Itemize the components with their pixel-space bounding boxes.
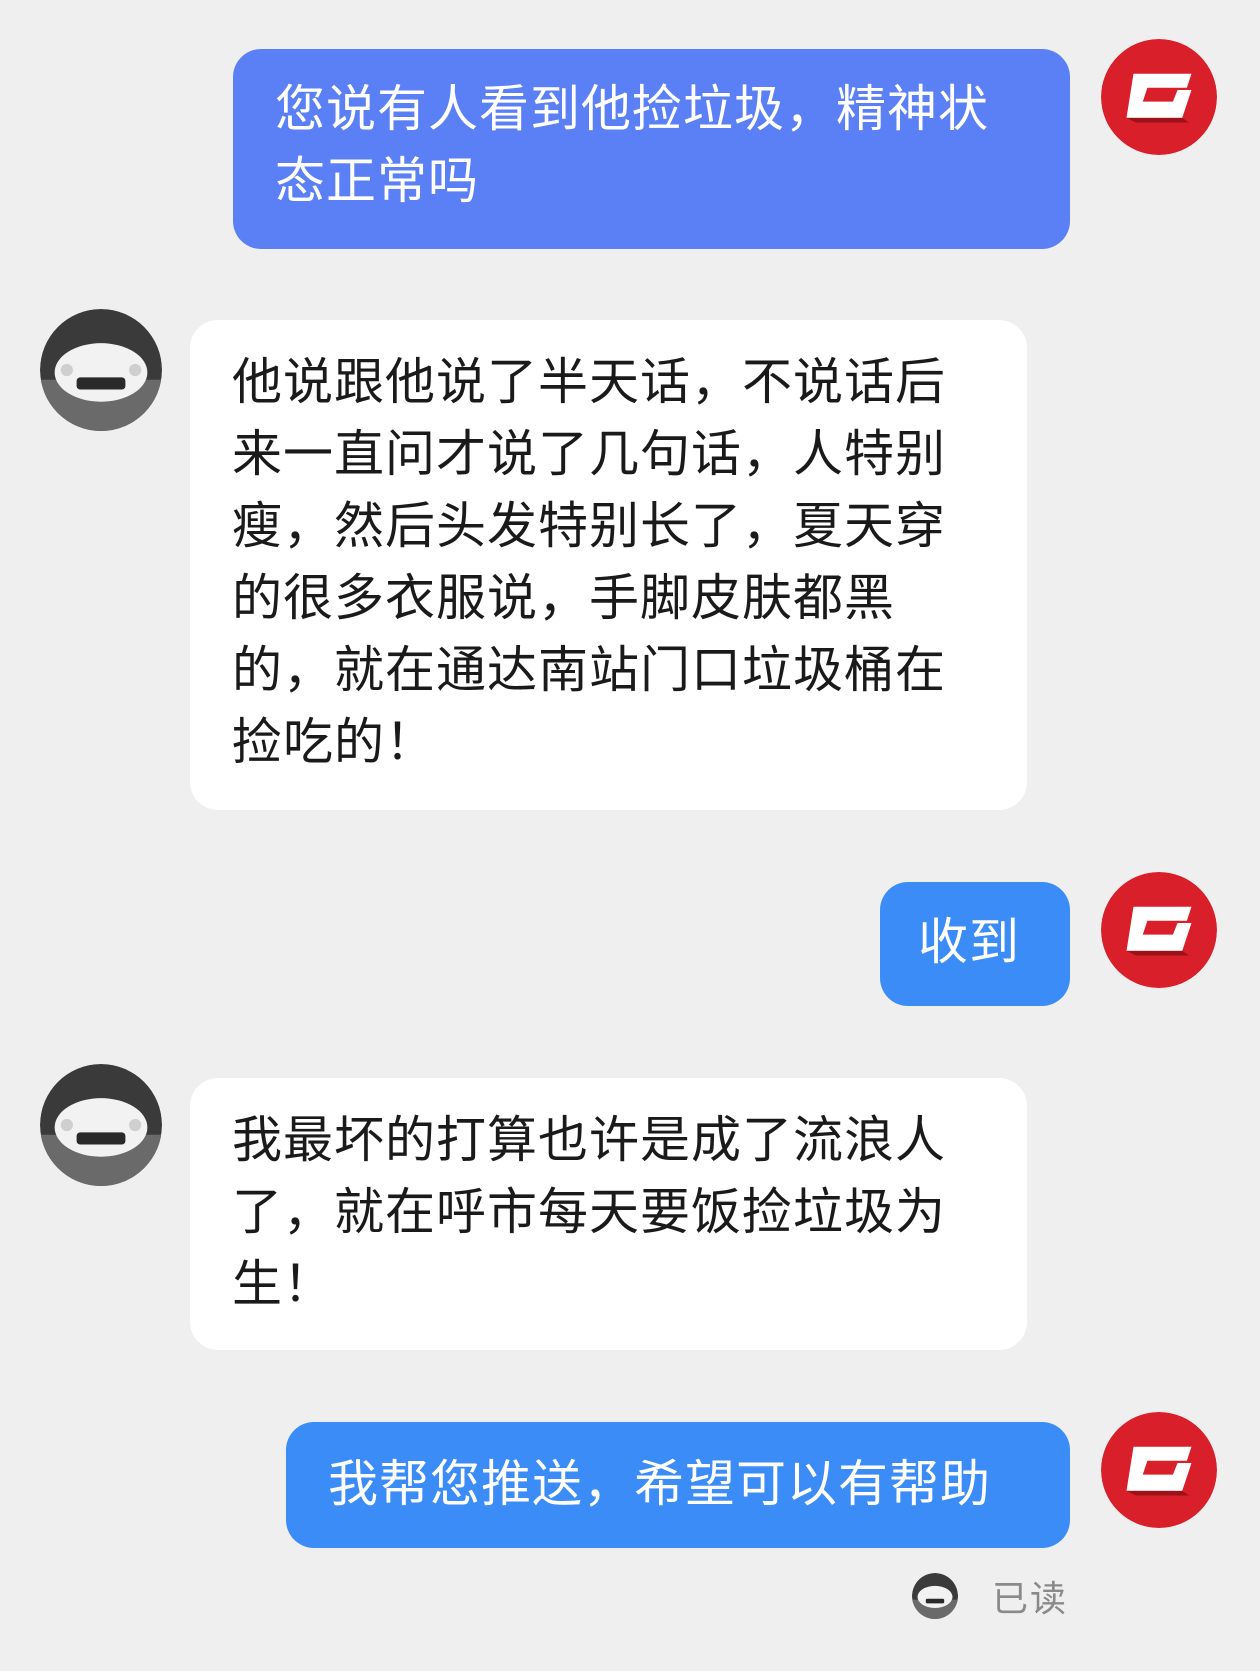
outgoing-message-bubble[interactable]: 收到 <box>880 882 1070 1006</box>
self-avatar[interactable] <box>1101 39 1217 155</box>
red-g-logo-icon <box>1101 872 1217 988</box>
message-text: 我最坏的打算也许是成了流浪人了，就在呼市每天要饭捡垃圾为生！ <box>232 1111 946 1313</box>
incoming-message-bubble[interactable]: 他说跟他说了半天话，不说话后来一直问才说了几句话，人特别瘦，然后头发特别长了，夏… <box>190 320 1027 810</box>
message-text: 他说跟他说了半天话，不说话后来一直问才说了几句话，人特别瘦，然后头发特别长了，夏… <box>232 353 946 771</box>
contact-avatar-small <box>912 1573 958 1619</box>
message-text: 收到 <box>918 913 1020 971</box>
white-car-photo-icon <box>40 1064 162 1186</box>
white-car-photo-icon <box>912 1573 958 1619</box>
message-text: 我帮您推送，希望可以有帮助 <box>328 1455 991 1513</box>
incoming-message-bubble[interactable]: 我最坏的打算也许是成了流浪人了，就在呼市每天要饭捡垃圾为生！ <box>190 1078 1027 1350</box>
outgoing-message-bubble[interactable]: 您说有人看到他捡垃圾，精神状态正常吗 <box>233 49 1070 249</box>
contact-avatar[interactable] <box>40 1064 162 1186</box>
contact-avatar[interactable] <box>40 309 162 431</box>
self-avatar[interactable] <box>1101 872 1217 988</box>
red-g-logo-icon <box>1101 39 1217 155</box>
outgoing-message-bubble[interactable]: 我帮您推送，希望可以有帮助 <box>286 1422 1070 1548</box>
message-text: 您说有人看到他捡垃圾，精神状态正常吗 <box>275 80 989 210</box>
white-car-photo-icon <box>40 309 162 431</box>
read-status-label: 已读 <box>992 1579 1069 1620</box>
red-g-logo-icon <box>1101 1412 1217 1528</box>
read-receipt: 已读 <box>912 1571 1068 1621</box>
self-avatar[interactable] <box>1101 1412 1217 1528</box>
